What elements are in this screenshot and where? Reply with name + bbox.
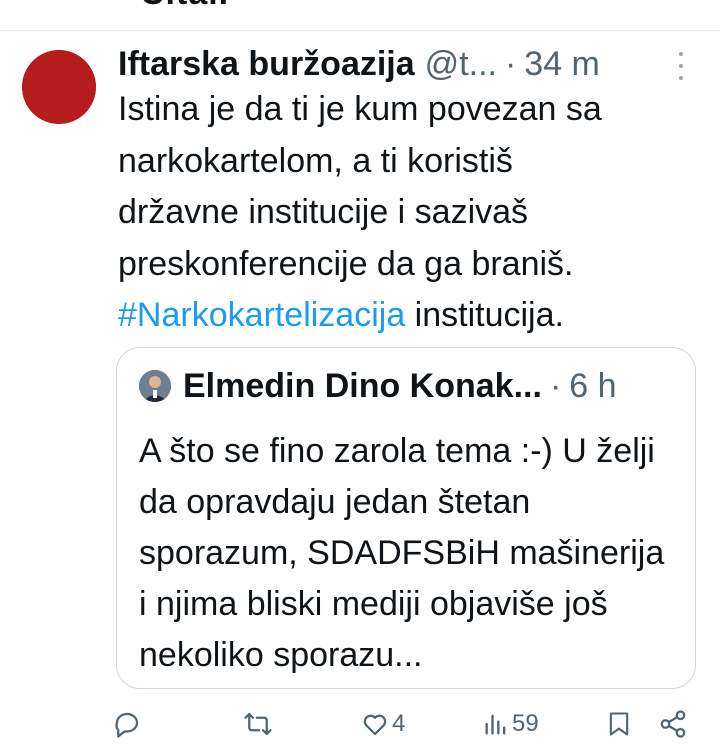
bookmark-icon: [609, 712, 629, 736]
quoted-tweet[interactable]: Elmedin Dino Konak... · 6 h A što se fin…: [116, 347, 696, 689]
more-icon[interactable]: [673, 52, 689, 80]
hashtag-link[interactable]: #Narkokartelizacija: [118, 296, 405, 334]
tweet-text-line: državne institucije i sazivaš: [118, 193, 529, 231]
user-handle[interactable]: @t...: [425, 45, 497, 84]
tweet-text-tail: institucija.: [405, 296, 564, 334]
retweet-button[interactable]: [242, 704, 274, 744]
views-button[interactable]: 59: [482, 704, 539, 744]
tweet-text-line: narkokartelom, a ti koristiš: [118, 141, 513, 180]
timestamp[interactable]: 34 m: [524, 45, 600, 84]
view-count: 59: [512, 710, 539, 737]
display-name[interactable]: Iftarska buržoazija: [118, 45, 415, 84]
tweet-text: Istina je da ti je kum povezan sa narkok…: [118, 84, 698, 342]
separator-dot: ·: [549, 366, 562, 405]
separator-dot: ·: [504, 44, 517, 83]
quote-text: A što se fino zarola tema :-) U želji da…: [139, 432, 665, 674]
share-button[interactable]: [658, 704, 688, 744]
views-icon: [485, 714, 506, 735]
reply-button[interactable]: [112, 704, 142, 744]
bookmark-button[interactable]: [605, 704, 633, 744]
quote-timestamp: 6 h: [569, 366, 617, 405]
quote-display-name[interactable]: Elmedin Dino Konak...: [183, 367, 542, 406]
share-icon: [660, 710, 686, 738]
tweet-text-line: Istina je da ti je kum povezan sa: [118, 90, 602, 128]
previous-section-title: Cital.: [140, 0, 229, 13]
quote-header: Elmedin Dino Konak... · 6 h: [183, 364, 617, 408]
tweet-header: Iftarska buržoazija @t... · 34 m: [118, 42, 690, 86]
like-button[interactable]: 4: [360, 704, 405, 744]
avatar[interactable]: [22, 50, 96, 124]
tweet-text-line: preskonferencije da ga braniš.: [118, 244, 574, 283]
retweet-icon: [244, 712, 272, 736]
like-count: 4: [392, 710, 406, 737]
person-photo-icon: [139, 370, 171, 402]
heart-icon: [363, 714, 387, 736]
reply-icon: [115, 712, 139, 738]
action-bar: 4 59: [0, 704, 720, 744]
crescent-logo-icon: [22, 50, 96, 124]
tweet-text-line: #Narkokartelizacija institucija.: [118, 290, 698, 342]
quote-avatar: [139, 370, 171, 402]
divider: [0, 30, 720, 31]
